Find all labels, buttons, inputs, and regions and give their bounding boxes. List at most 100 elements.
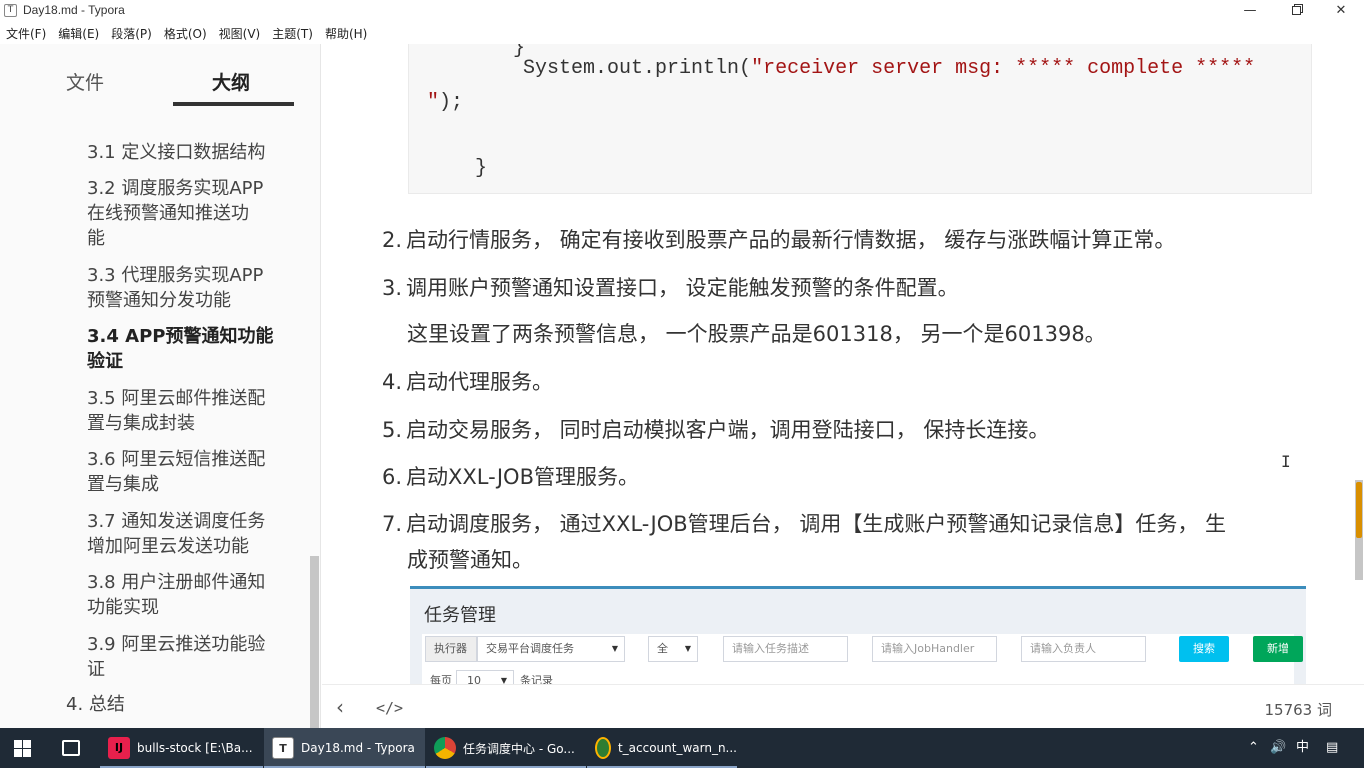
per-page-value: 10 <box>467 674 481 684</box>
per-page-label: 每页 <box>430 674 452 684</box>
outline-item-3-3[interactable]: 3.3 代理服务实现APP <box>87 263 263 288</box>
tab-files[interactable]: 文件 <box>66 68 104 95</box>
notification-icon[interactable]: ▤ <box>1326 728 1338 768</box>
menu-help[interactable]: 帮助(H) <box>325 25 367 42</box>
taskbar-label: Day18.md - Typora <box>301 741 415 755</box>
windows-taskbar: IJ bulls-stock [E:\Ba... T Day18.md - Ty… <box>0 728 1364 768</box>
typora-app-icon: T <box>4 4 17 17</box>
taskbar-label: bulls-stock [E:\Ba... <box>137 741 253 755</box>
outline-item-3-2-cont2[interactable]: 能 <box>87 226 105 251</box>
list-item-3[interactable]: 3. 调用账户预警通知设置接口， 设定能触发预警的条件配置。 <box>382 272 959 302</box>
code-text: System.out.println( <box>427 57 752 80</box>
start-pane <box>23 740 31 748</box>
list-number: 6. <box>382 465 403 489</box>
outline-item-3-6[interactable]: 3.6 阿里云短信推送配 <box>87 447 265 472</box>
list-text: 调用账户预警通知设置接口， 设定能触发预警的条件配置。 <box>406 276 959 300</box>
editor-scrollbar[interactable] <box>1355 480 1363 580</box>
intellij-icon: IJ <box>108 737 130 759</box>
outline-item-3-2-cont[interactable]: 在线预警通知推送功 <box>87 201 249 226</box>
taskbar-item-intellij[interactable]: IJ bulls-stock [E:\Ba... <box>100 728 263 768</box>
outline-item-3-4-cont[interactable]: 验证 <box>87 349 123 374</box>
close-button[interactable]: ✕ <box>1318 0 1364 22</box>
list-text: 启动行情服务， 确定有接收到股票产品的最新行情数据， 缓存与涨跌幅计算正常。 <box>406 228 1176 252</box>
tab-outline[interactable]: 大纲 <box>212 68 250 95</box>
task-view-icon[interactable] <box>62 740 80 756</box>
outline-item-3-9[interactable]: 3.9 阿里云推送功能验 <box>87 632 265 657</box>
menu-view[interactable]: 视图(V) <box>219 25 261 42</box>
code-text-end: ); <box>439 91 464 114</box>
menu-edit[interactable]: 编辑(E) <box>58 25 99 42</box>
outline-item-4[interactable]: 4. 总结 <box>66 692 125 717</box>
window-title: Day18.md - Typora <box>23 3 125 17</box>
editor-area[interactable]: } System.out.println("receiver server ms… <box>322 44 1364 684</box>
list-item-7[interactable]: 7. 启动调度服务， 通过XXL-JOB管理后台， 调用【生成账户预警通知记录信息… <box>382 508 1226 538</box>
jobhandler-input: 请输入JobHandler <box>872 636 997 662</box>
outline-item-3-9-cont[interactable]: 证 <box>87 657 105 682</box>
typora-window: T Day18.md - Typora — ✕ 文件(F) 编辑(E) 段落(P… <box>0 0 1364 768</box>
word-count[interactable]: 15763 词 <box>1265 699 1333 720</box>
chrome-icon <box>434 737 456 759</box>
outline-item-3-6-cont[interactable]: 置与集成 <box>87 472 159 497</box>
sidebar-tabs: 文件 大纲 <box>0 44 320 114</box>
list-item-3-note[interactable]: 这里设置了两条预警信息， 一个股票产品是601318， 另一个是601398。 <box>407 318 1106 348</box>
toggle-sidebar-chevron-icon[interactable]: ‹ <box>336 695 344 719</box>
dropdown-arrow-icon: ▼ <box>684 644 691 653</box>
windows-start-icon[interactable] <box>14 740 31 757</box>
start-pane <box>23 749 31 757</box>
dropdown-arrow-icon: ▼ <box>611 644 618 653</box>
code-line-println: System.out.println("receiver server msg:… <box>427 57 1255 80</box>
outline-item-3-5[interactable]: 3.5 阿里云邮件推送配 <box>87 386 265 411</box>
tray-chevron-up-icon[interactable]: ⌃ <box>1248 728 1259 768</box>
sidebar: 文件 大纲 3.1 定义接口数据结构 3.2 调度服务实现APP 在线预警通知推… <box>0 44 321 728</box>
list-item-4[interactable]: 4. 启动代理服务。 <box>382 366 553 396</box>
list-number: 7. <box>382 512 403 536</box>
outline-item-3-1[interactable]: 3.1 定义接口数据结构 <box>87 140 265 165</box>
status-select: 全 ▼ <box>648 636 698 662</box>
menu-paragraph[interactable]: 段落(P) <box>111 25 152 42</box>
menu-file[interactable]: 文件(F) <box>6 25 46 42</box>
list-item-2[interactable]: 2. 启动行情服务， 确定有接收到股票产品的最新行情数据， 缓存与涨跌幅计算正常。 <box>382 224 1175 254</box>
start-pane <box>14 749 22 757</box>
text-cursor-icon: I <box>1281 452 1291 471</box>
embed-filter-panel: 执行器 交易平台调度任务 ▼ 全 ▼ 请输入任务描述 请输入JobHandler 请… <box>422 634 1303 684</box>
volume-icon[interactable]: 🔊 <box>1270 728 1286 768</box>
code-block[interactable]: } System.out.println("receiver server ms… <box>408 44 1312 194</box>
outline-item-3-8-cont[interactable]: 功能实现 <box>87 595 159 620</box>
source-code-mode-icon[interactable]: </> <box>376 699 403 717</box>
outline-item-3-4[interactable]: 3.4 APP预警通知功能 <box>87 324 273 349</box>
list-item-5[interactable]: 5. 启动交易服务， 同时启动模拟客户端，调用登陆接口， 保持长连接。 <box>382 414 1049 444</box>
owner-input: 请输入负责人 <box>1021 636 1146 662</box>
executor-label: 执行器 <box>425 636 477 662</box>
title-bar: T Day18.md - Typora — ✕ <box>0 0 1364 22</box>
list-text: 启动调度服务， 通过XXL-JOB管理后台， 调用【生成账户预警通知记录信息】任… <box>406 512 1227 536</box>
embedded-screenshot: 任务管理 执行器 交易平台调度任务 ▼ 全 ▼ 请输入任务描述 请输入JobHand… <box>410 586 1306 684</box>
ime-indicator[interactable]: 中 <box>1296 728 1309 768</box>
editor-scroll-thumb[interactable] <box>1356 482 1362 538</box>
list-number: 3. <box>382 276 403 300</box>
list-number: 5. <box>382 418 403 442</box>
outline-item-3-7-cont[interactable]: 增加阿里云发送功能 <box>87 534 249 559</box>
menu-theme[interactable]: 主题(T) <box>272 25 313 42</box>
outline-item-3-5-cont[interactable]: 置与集成封装 <box>87 411 195 436</box>
outline-item-3-2[interactable]: 3.2 调度服务实现APP <box>87 176 263 201</box>
taskbar-item-navicat[interactable]: t_account_warn_n... <box>587 728 737 768</box>
outline-item-3-8[interactable]: 3.8 用户注册邮件通知 <box>87 570 265 595</box>
minimize-button[interactable]: — <box>1227 0 1273 22</box>
executor-select: 交易平台调度任务 ▼ <box>477 636 625 662</box>
status-value: 全 <box>657 642 668 655</box>
start-pane <box>14 740 22 748</box>
list-text: 启动代理服务。 <box>406 370 553 394</box>
sidebar-scrollbar[interactable] <box>310 556 319 728</box>
embed-search-button: 搜索 <box>1179 636 1229 662</box>
taskbar-item-chrome[interactable]: 任务调度中心 - Go... <box>426 728 586 768</box>
outline-item-3-3-cont[interactable]: 预警通知分发功能 <box>87 288 231 313</box>
restore-button[interactable] <box>1273 0 1319 22</box>
list-item-6[interactable]: 6. 启动XXL-JOB管理服务。 <box>382 461 639 491</box>
list-number: 2. <box>382 228 403 252</box>
menu-format[interactable]: 格式(O) <box>164 25 207 42</box>
taskbar-label: t_account_warn_n... <box>617 741 737 755</box>
outline-item-3-7[interactable]: 3.7 通知发送调度任务 <box>87 509 265 534</box>
list-number: 4. <box>382 370 403 394</box>
list-item-7-cont[interactable]: 成预警通知。 <box>407 544 533 574</box>
taskbar-item-typora[interactable]: T Day18.md - Typora <box>264 728 425 768</box>
